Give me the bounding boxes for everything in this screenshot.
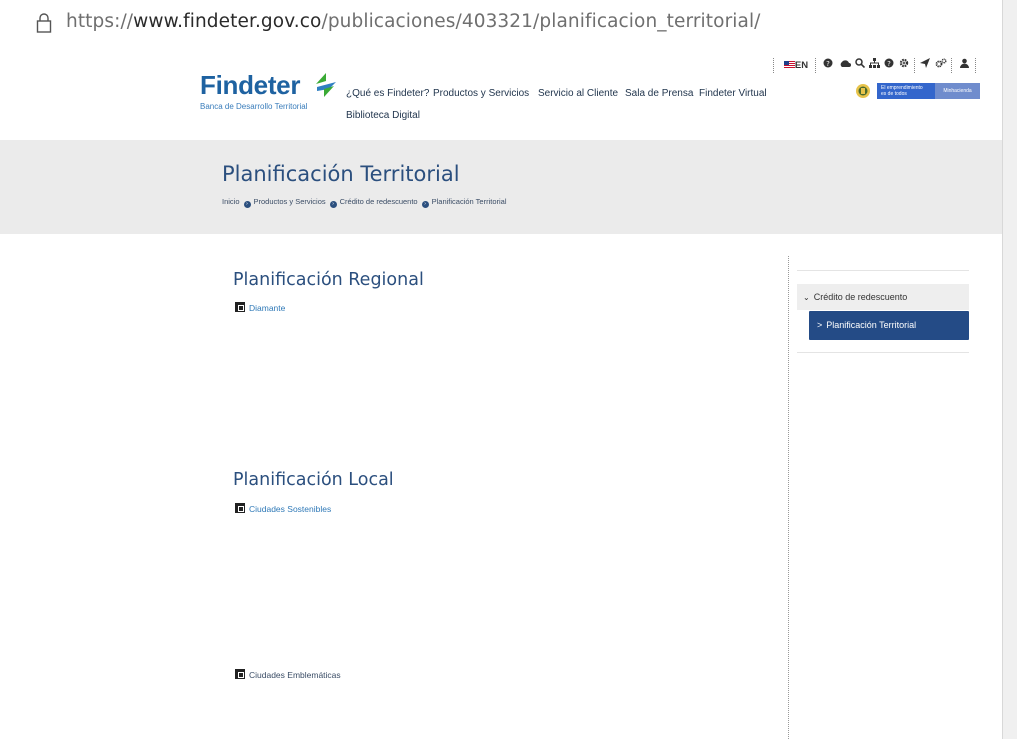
svg-text:?: ? bbox=[826, 60, 830, 68]
search-icon[interactable] bbox=[854, 58, 866, 74]
gov-ministry: Minhacienda bbox=[935, 83, 980, 99]
browser-window: https://www.findeter.gov.co/publicacione… bbox=[0, 0, 1003, 739]
chevron-right-icon: › bbox=[243, 201, 251, 208]
toolbar-separator bbox=[773, 58, 774, 73]
logo-text: Findeter bbox=[200, 70, 301, 100]
title-band: Planificación Territorial Inicio › Product… bbox=[0, 140, 1002, 234]
settings-icon[interactable] bbox=[934, 58, 947, 74]
window-edge bbox=[1003, 0, 1017, 739]
document-icon bbox=[235, 302, 245, 312]
doc-link-diamante[interactable]: Diamante bbox=[235, 302, 285, 313]
language-label: EN bbox=[794, 60, 809, 71]
sidebar-item-credito-redescuento[interactable]: ⌄ Crédito de redescuento bbox=[797, 284, 969, 310]
gear-icon[interactable] bbox=[898, 58, 910, 74]
breadcrumb: Inicio › Productos y Servicios › Crédito de … bbox=[222, 197, 507, 208]
sidebar-divider bbox=[797, 270, 969, 271]
user-icon[interactable] bbox=[959, 58, 970, 74]
breadcrumb-credito-redescuento[interactable]: Crédito de redescuento bbox=[340, 197, 418, 206]
chevron-right-icon: › bbox=[329, 201, 337, 208]
document-icon bbox=[235, 669, 245, 679]
nav-biblioteca-digital[interactable]: Biblioteca Digital bbox=[346, 110, 420, 121]
page-title: Planificación Territorial bbox=[222, 162, 460, 186]
nav-productos-servicios[interactable]: Productos y Servicios bbox=[433, 88, 529, 99]
address-bar[interactable]: https://www.findeter.gov.co/publicacione… bbox=[0, 0, 1002, 46]
url-text[interactable]: https://www.findeter.gov.co/publicacione… bbox=[66, 11, 761, 32]
doc-link-ciudades-emblematicas[interactable]: Ciudades Emblemáticas bbox=[235, 669, 341, 680]
cloud-icon[interactable] bbox=[838, 58, 851, 74]
sidebar-item-label: Crédito de redescuento bbox=[813, 292, 908, 302]
logo-mark-icon bbox=[316, 73, 336, 97]
content-divider bbox=[788, 256, 789, 739]
sidebar-item-planificacion-territorial[interactable]: > Planificación Territorial bbox=[809, 311, 969, 340]
logo-subtitle: Banca de Desarrollo Territorial bbox=[200, 102, 308, 111]
gov-slogan: El emprendimiento es de todos bbox=[877, 83, 935, 99]
site-header: Findeter Banca de Desarrollo Territorial… bbox=[0, 46, 1002, 140]
sidebar-divider bbox=[797, 352, 969, 353]
help-circle-icon[interactable]: ? bbox=[822, 58, 834, 74]
toolbar-separator bbox=[975, 58, 976, 73]
doc-link-label: Ciudades Emblemáticas bbox=[249, 670, 341, 680]
nav-que-es-findeter[interactable]: ¿Qué es Findeter? bbox=[346, 88, 429, 99]
flag-us-icon bbox=[783, 61, 795, 68]
url-path: /publicaciones/403321/planificacion_terr… bbox=[321, 11, 761, 32]
chevron-down-icon: ⌄ bbox=[803, 293, 810, 302]
findeter-logo[interactable]: Findeter Banca de Desarrollo Territorial bbox=[200, 70, 336, 111]
section-title-regional: Planificación Regional bbox=[233, 270, 424, 290]
nav-servicio-cliente[interactable]: Servicio al Cliente bbox=[538, 88, 618, 99]
url-prefix: https:// bbox=[66, 11, 134, 32]
main-content: Planificación Regional Diamante Planific… bbox=[0, 234, 1002, 739]
lock-icon bbox=[36, 13, 52, 33]
sidebar-item-label: Planificación Territorial bbox=[826, 320, 917, 330]
sitemap-icon[interactable] bbox=[868, 58, 880, 74]
chevron-right-icon: > bbox=[817, 320, 823, 330]
question-icon[interactable]: ? bbox=[883, 58, 895, 74]
doc-link-ciudades-sostenibles[interactable]: Ciudades Sostenibles bbox=[235, 503, 331, 514]
doc-link-label: Ciudades Sostenibles bbox=[249, 504, 332, 514]
toolbar-separator bbox=[815, 58, 816, 73]
breadcrumb-current: Planificación Territorial bbox=[431, 197, 507, 206]
send-icon[interactable] bbox=[919, 58, 931, 74]
toolbar-separator bbox=[951, 58, 952, 73]
nav-findeter-virtual[interactable]: Findeter Virtual bbox=[699, 88, 767, 99]
url-host: www.findeter.gov.co bbox=[133, 11, 322, 32]
nav-sala-prensa[interactable]: Sala de Prensa bbox=[625, 88, 693, 99]
doc-link-label: Diamante bbox=[249, 303, 286, 313]
colombia-seal-icon bbox=[856, 84, 870, 98]
breadcrumb-inicio[interactable]: Inicio bbox=[222, 197, 240, 206]
section-title-local: Planificación Local bbox=[233, 470, 394, 490]
document-icon bbox=[235, 503, 245, 513]
gov-slogan-line2: es de todos bbox=[881, 91, 907, 97]
language-switch[interactable]: EN bbox=[781, 58, 811, 74]
chevron-right-icon: › bbox=[421, 201, 429, 208]
toolbar-separator bbox=[914, 58, 915, 73]
breadcrumb-productos-servicios[interactable]: Productos y Servicios bbox=[254, 197, 326, 206]
svg-text:?: ? bbox=[887, 60, 891, 68]
